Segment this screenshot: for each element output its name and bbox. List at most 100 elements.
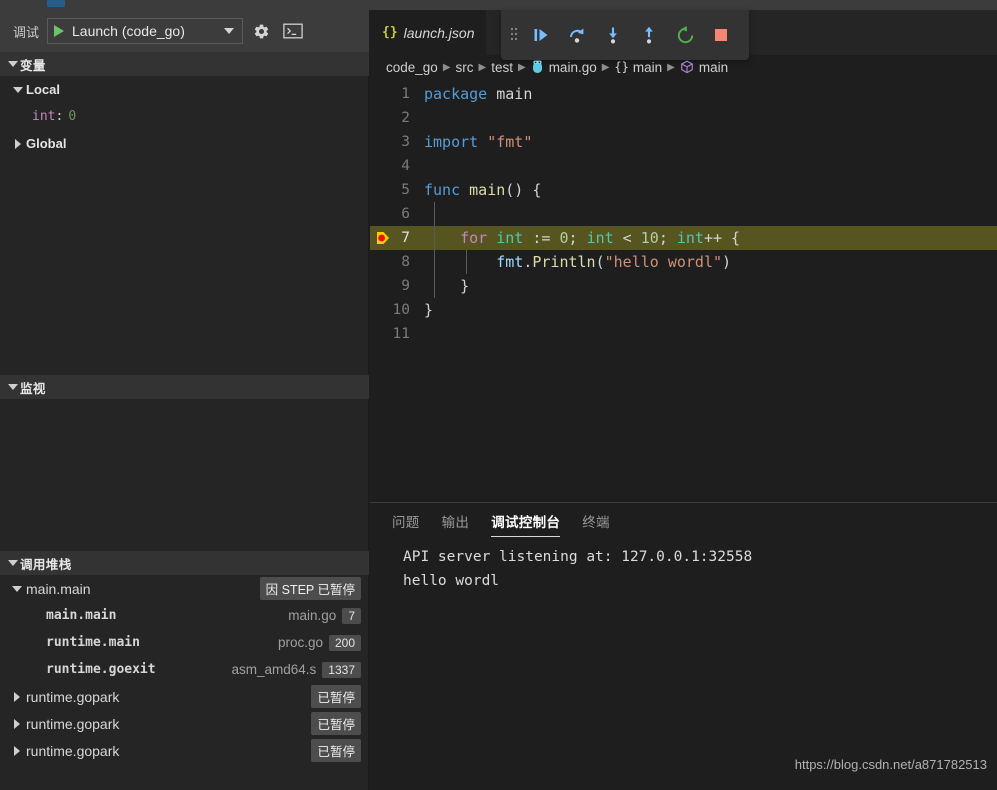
code-token: ; <box>568 229 587 247</box>
line-number: 4 <box>401 158 410 174</box>
callstack-line-badge: 1337 <box>322 661 361 678</box>
code-line[interactable]: 4 <box>370 154 997 178</box>
breadcrumb-item[interactable]: {} main <box>614 60 662 75</box>
code-token: } <box>424 277 470 295</box>
code-line[interactable]: 9 } <box>370 274 997 298</box>
continue-icon <box>534 29 548 41</box>
twisty-down-icon[interactable] <box>6 560 20 566</box>
tab-launch-json[interactable]: {} launch.json <box>370 10 487 55</box>
panel-tab[interactable]: 问题 <box>392 503 420 539</box>
code-line-text: package main <box>424 85 532 103</box>
variable-scope-row[interactable]: Local <box>0 76 369 103</box>
indent-guide <box>434 250 435 274</box>
breadcrumb-item[interactable]: test <box>491 60 513 75</box>
debug-stop-button[interactable] <box>705 19 737 51</box>
twisty-right-icon[interactable] <box>8 691 26 702</box>
twisty-down-icon[interactable] <box>10 86 26 93</box>
editor-tab-strip: {} launch.json <box>370 10 997 60</box>
variable-value: 0 <box>68 109 77 124</box>
open-debug-console-button[interactable] <box>279 17 307 45</box>
line-number: 11 <box>392 326 410 342</box>
gear-icon <box>254 24 268 38</box>
twisty-right-icon[interactable] <box>8 718 26 729</box>
open-debug-console-icon <box>283 23 303 39</box>
chevron-down-icon[interactable] <box>224 28 235 34</box>
indent-guide <box>434 226 435 250</box>
symbol-cube-icon <box>681 60 693 74</box>
code-line[interactable]: 5 func main() { <box>370 178 997 202</box>
section-title-callstack: 调用堆栈 <box>20 557 72 572</box>
callstack-frame-name: runtime.gopark <box>26 688 120 705</box>
panel-tab-label: 问题 <box>392 515 420 530</box>
debug-step-into-button[interactable] <box>597 19 629 51</box>
code-line-text: import "fmt" <box>424 133 532 151</box>
window-chrome-sliver <box>0 0 997 10</box>
panel-tab-list: 问题 输出 调试控制台 终端 <box>370 503 997 539</box>
code-line[interactable]: 6 <box>370 202 997 226</box>
debug-step-out-button[interactable] <box>633 19 665 51</box>
watermark: https://blog.csdn.net/a871782513 <box>794 757 987 772</box>
twisty-down-icon[interactable] <box>8 585 26 592</box>
callstack-row[interactable]: main.main main.go 7 <box>0 602 369 629</box>
callstack-row[interactable]: runtime.main proc.go 200 <box>0 629 369 656</box>
section-header-callstack[interactable]: 调用堆栈 <box>0 551 369 575</box>
code-line[interactable]: 10} <box>370 298 997 322</box>
callstack-row[interactable]: runtime.gopark 已暂停 <box>0 737 369 764</box>
breadcrumb-item[interactable]: src <box>456 60 474 75</box>
panel-tab[interactable]: 调试控制台 <box>491 503 561 539</box>
indent-guide <box>434 202 435 226</box>
twisty-down-icon[interactable] <box>6 61 20 67</box>
breadcrumb-label: src <box>455 59 474 75</box>
twisty-right-icon[interactable] <box>10 138 26 149</box>
breadcrumb-separator-icon: ▶ <box>601 61 610 73</box>
editor-group: {} launch.json code_go ▶ src ▶ test ▶ ma… <box>370 10 997 790</box>
callstack-frame-name: main.main <box>26 580 91 597</box>
breadcrumb-separator-icon: ▶ <box>517 61 526 73</box>
callstack-row[interactable]: main.main 因 STEP 已暂停 <box>0 575 369 602</box>
section-header-variables[interactable]: 变量 <box>0 52 369 76</box>
play-icon[interactable] <box>54 25 65 37</box>
code-token: ( <box>595 253 605 271</box>
code-line[interactable]: 3 import "fmt" <box>370 130 997 154</box>
launch-config-dropdown[interactable]: Launch (code_go) <box>47 18 244 44</box>
panel-tab[interactable]: 输出 <box>442 503 470 539</box>
debug-panel-title: 调试 <box>13 24 40 40</box>
debug-continue-button[interactable] <box>525 19 557 51</box>
panel-tab[interactable]: 终端 <box>582 503 610 539</box>
code-line[interactable]: 11 <box>370 322 997 346</box>
breadcrumb-item[interactable]: code_go <box>386 60 438 75</box>
breadcrumb-label: main <box>698 59 729 75</box>
breakpoint-current-marker-icon[interactable] <box>376 231 390 245</box>
breadcrumb-separator-icon: ▶ <box>478 61 487 73</box>
code-token: "fmt" <box>487 133 533 151</box>
code-token: int <box>676 229 704 247</box>
breadcrumb-item[interactable]: main <box>680 60 728 75</box>
twisty-right-icon[interactable] <box>8 745 26 756</box>
debug-restart-button[interactable] <box>669 19 701 51</box>
callstack-frame-name: runtime.gopark <box>26 742 120 759</box>
code-line[interactable]: 2 <box>370 106 997 130</box>
debug-settings-button[interactable] <box>247 17 275 45</box>
section-header-watch[interactable]: 监视 <box>0 375 369 399</box>
code-token: () { <box>505 181 542 199</box>
callstack-row[interactable]: runtime.gopark 已暂停 <box>0 710 369 737</box>
debug-step-over-button[interactable] <box>561 19 593 51</box>
code-line-text: func main() { <box>424 181 541 199</box>
callstack-row[interactable]: runtime.gopark 已暂停 <box>0 683 369 710</box>
code-token: ; <box>658 229 677 247</box>
callstack-row[interactable]: runtime.goexit asm_amd64.s 1337 <box>0 656 369 683</box>
code-line-current[interactable]: 7 for int := 0; int < 10; int++ { <box>370 226 997 250</box>
variable-row[interactable]: int:0 <box>0 103 369 130</box>
drag-handle-icon[interactable] <box>505 24 523 46</box>
twisty-down-icon[interactable] <box>6 384 20 390</box>
variable-scope-row[interactable]: Global <box>0 130 369 157</box>
breadcrumb-separator-icon: ▶ <box>442 61 451 73</box>
code-editor[interactable]: 1 package main 2 3 import "fmt" 4 5 func main()… <box>370 82 997 502</box>
code-token: 10 <box>640 229 659 247</box>
code-line[interactable]: 8 fmt.Println("hello wordl") <box>370 250 997 274</box>
breadcrumb-item[interactable]: main.go <box>531 60 597 75</box>
code-line[interactable]: 1 package main <box>370 82 997 106</box>
